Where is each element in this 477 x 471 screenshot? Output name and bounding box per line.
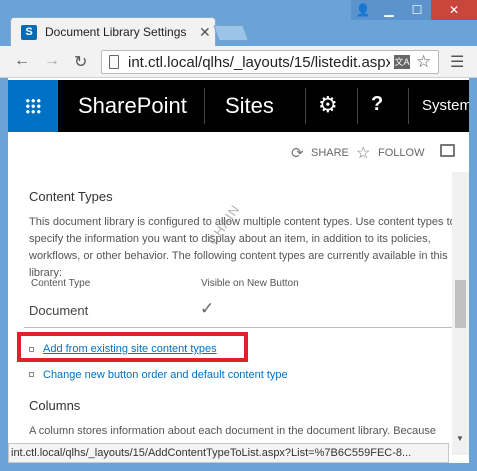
suitebar-divider xyxy=(357,88,358,124)
address-bar[interactable]: int.ctl.local/qlhs/_layouts/15/listedit.… xyxy=(101,50,439,74)
divider xyxy=(24,327,452,328)
app-launcher-button[interactable] xyxy=(8,80,58,132)
bookmark-star-icon[interactable]: ☆ xyxy=(416,52,431,72)
browser-tab[interactable]: S Document Library Settings ✕ xyxy=(10,17,216,46)
follow-button[interactable]: FOLLOW xyxy=(378,147,424,159)
user-menu[interactable]: System xyxy=(422,97,469,114)
window-frame-right xyxy=(469,78,477,471)
column-header-visible: Visible on New Button xyxy=(201,278,299,289)
content-types-heading: Content Types xyxy=(29,189,113,204)
column-header-content-type: Content Type xyxy=(31,278,91,289)
sharepoint-brand[interactable]: SharePoint xyxy=(78,93,187,119)
browser-toolbar: ← → ↻ int.ctl.local/qlhs/_layouts/15/lis… xyxy=(0,46,477,78)
tab-title: Document Library Settings xyxy=(45,25,187,39)
page-actions: ⟳ SHARE ☆ FOLLOW xyxy=(8,132,469,172)
columns-heading: Columns xyxy=(29,398,81,413)
waffle-grid-icon xyxy=(25,98,41,114)
sites-link[interactable]: Sites xyxy=(225,93,274,119)
suitebar-divider xyxy=(305,88,306,124)
back-arrow-icon[interactable]: ← xyxy=(14,52,30,70)
page-icon xyxy=(109,55,119,69)
status-bubble: int.ctl.local/qlhs/_layouts/15/AddConten… xyxy=(8,443,449,463)
status-url: int.ctl.local/qlhs/_layouts/15/AddConten… xyxy=(11,447,412,459)
translate-icon[interactable]: 文A xyxy=(394,55,410,69)
checkmark-icon: ✓ xyxy=(200,299,215,318)
window-controls: 👤 ▁ ☐ ✕ xyxy=(351,0,477,20)
settings-gear-icon[interactable]: ⚙ xyxy=(318,92,338,118)
url-text[interactable]: int.ctl.local/qlhs/_layouts/15/listedit.… xyxy=(128,54,390,71)
close-window-button[interactable]: ✕ xyxy=(431,0,477,20)
maximize-button[interactable]: ☐ xyxy=(403,0,431,20)
share-icon[interactable]: ⟳ xyxy=(291,144,304,162)
highlight-box xyxy=(17,332,248,362)
user-profile-icon[interactable]: 👤 xyxy=(351,0,375,20)
scrollbar-thumb[interactable] xyxy=(455,280,466,328)
settings-content: Content Types This document library is c… xyxy=(8,172,452,445)
close-tab-icon[interactable]: ✕ xyxy=(199,24,211,41)
minimize-button[interactable]: ▁ xyxy=(375,0,403,20)
vertical-scrollbar[interactable]: ▼ xyxy=(452,172,469,455)
share-button[interactable]: SHARE xyxy=(311,147,349,159)
window-frame-left xyxy=(0,78,8,471)
forward-arrow-icon[interactable]: → xyxy=(44,52,60,70)
follow-star-icon[interactable]: ☆ xyxy=(356,143,370,163)
browser-menu-icon[interactable]: ☰ xyxy=(450,52,464,72)
sharepoint-suite-bar: SharePoint Sites ⚙ ? System xyxy=(8,80,469,132)
suitebar-divider xyxy=(204,88,205,124)
scroll-down-arrow-icon[interactable]: ▼ xyxy=(456,434,464,443)
window-frame-bottom xyxy=(0,463,477,471)
change-button-order-link[interactable]: Change new button order and default cont… xyxy=(43,369,288,381)
focus-mode-icon[interactable] xyxy=(440,144,455,157)
sharepoint-favicon-icon: S xyxy=(21,25,37,40)
content-type-name[interactable]: Document xyxy=(29,303,88,318)
suitebar-divider xyxy=(408,88,409,124)
help-icon[interactable]: ? xyxy=(371,93,383,116)
new-tab-button[interactable] xyxy=(213,25,249,41)
content-types-description: This document library is configured to a… xyxy=(29,216,452,279)
columns-description: A column stores information about each d… xyxy=(29,425,437,437)
bullet-icon xyxy=(29,372,34,377)
window-titlebar: S Document Library Settings ✕ 👤 ▁ ☐ ✕ xyxy=(0,0,477,46)
reload-icon[interactable]: ↻ xyxy=(74,52,87,72)
